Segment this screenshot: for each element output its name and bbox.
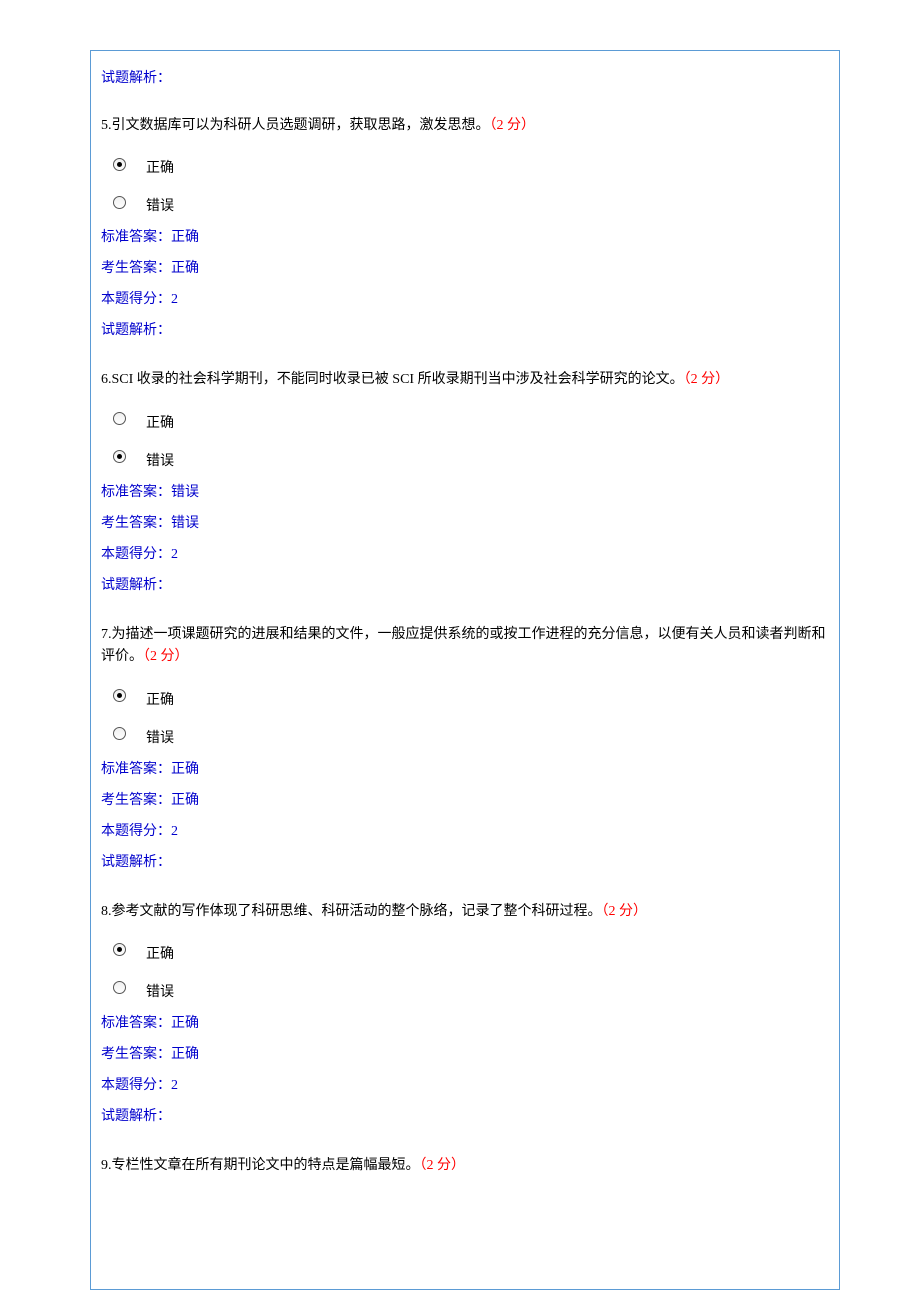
option-row[interactable]: 错误: [101, 975, 829, 1001]
student-answer-value: 正确: [171, 793, 199, 808]
option-label: 正确: [146, 406, 174, 432]
standard-answer-value: 正确: [171, 762, 199, 777]
option-row[interactable]: 正确: [101, 406, 829, 432]
student-answer-prefix: 考生答案：: [101, 793, 171, 808]
student-answer: 考生答案：错误: [101, 513, 829, 534]
question-number: 7.: [101, 627, 112, 642]
question-number: 9.: [101, 1158, 112, 1173]
questions-list: 5.引文数据库可以为科研人员选题调研，获取思路，激发思想。（2 分）正确错误标准…: [101, 115, 829, 1177]
question-text: 9.专栏性文章在所有期刊论文中的特点是篇幅最短。（2 分）: [101, 1155, 829, 1177]
standard-answer-prefix: 标准答案：: [101, 1016, 171, 1031]
option-label: 正确: [146, 151, 174, 177]
question-body: 为描述一项课题研究的进展和结果的文件，一般应提供系统的或按工作进程的充分信息，以…: [101, 627, 826, 664]
student-answer-prefix: 考生答案：: [101, 1047, 171, 1062]
question-points: （2 分）: [143, 649, 189, 664]
standard-answer-prefix: 标准答案：: [101, 762, 171, 777]
question-analysis: 试题解析：: [101, 852, 829, 873]
question-points: （2 分）: [684, 372, 730, 387]
student-answer: 考生答案：正确: [101, 1044, 829, 1065]
option-row[interactable]: 正确: [101, 151, 829, 177]
question-text: 8.参考文献的写作体现了科研思维、科研活动的整个脉络，记录了整个科研过程。（2 …: [101, 901, 829, 923]
student-answer: 考生答案：正确: [101, 790, 829, 811]
question-analysis: 试题解析：: [101, 320, 829, 341]
analysis-prefix: 试题解析：: [101, 855, 171, 870]
option-row[interactable]: 错误: [101, 189, 829, 215]
radio-icon[interactable]: [113, 196, 126, 209]
option-row[interactable]: 错误: [101, 721, 829, 747]
question-analysis: 试题解析：: [101, 1106, 829, 1127]
question-block: 8.参考文献的写作体现了科研思维、科研活动的整个脉络，记录了整个科研过程。（2 …: [101, 901, 829, 1127]
option-label: 正确: [146, 937, 174, 963]
radio-icon[interactable]: [113, 412, 126, 425]
option-label: 错误: [146, 444, 174, 470]
option-label: 正确: [146, 683, 174, 709]
question-points: （2 分）: [420, 1158, 466, 1173]
radio-icon[interactable]: [113, 981, 126, 994]
standard-answer: 标准答案：正确: [101, 759, 829, 780]
question-points: （2 分）: [490, 118, 536, 133]
standard-answer-prefix: 标准答案：: [101, 485, 171, 500]
option-label: 错误: [146, 975, 174, 1001]
question-number: 6.: [101, 372, 112, 387]
top-analysis-label: 试题解析：: [101, 67, 829, 87]
question-text: 7.为描述一项课题研究的进展和结果的文件，一般应提供系统的或按工作进程的充分信息…: [101, 624, 829, 669]
radio-icon[interactable]: [113, 450, 126, 463]
student-answer-value: 错误: [171, 516, 199, 531]
option-label: 错误: [146, 189, 174, 215]
analysis-prefix: 试题解析：: [101, 323, 171, 338]
question-body: SCI 收录的社会科学期刊，不能同时收录已被 SCI 所收录期刊当中涉及社会科学…: [112, 372, 684, 387]
standard-answer: 标准答案：正确: [101, 1013, 829, 1034]
standard-answer: 标准答案：错误: [101, 482, 829, 503]
question-text: 5.引文数据库可以为科研人员选题调研，获取思路，激发思想。（2 分）: [101, 115, 829, 137]
question-text: 6.SCI 收录的社会科学期刊，不能同时收录已被 SCI 所收录期刊当中涉及社会…: [101, 369, 829, 391]
standard-answer-value: 正确: [171, 230, 199, 245]
score-prefix: 本题得分：: [101, 292, 171, 307]
score-value: 2: [171, 547, 178, 562]
student-answer-value: 正确: [171, 261, 199, 276]
score-value: 2: [171, 824, 178, 839]
score-value: 2: [171, 1078, 178, 1093]
question-score: 本题得分：2: [101, 544, 829, 565]
student-answer-prefix: 考生答案：: [101, 261, 171, 276]
question-block: 7.为描述一项课题研究的进展和结果的文件，一般应提供系统的或按工作进程的充分信息…: [101, 624, 829, 873]
radio-icon[interactable]: [113, 689, 126, 702]
standard-answer-prefix: 标准答案：: [101, 230, 171, 245]
analysis-prefix: 试题解析：: [101, 578, 171, 593]
radio-icon[interactable]: [113, 943, 126, 956]
question-score: 本题得分：2: [101, 821, 829, 842]
analysis-prefix: 试题解析：: [101, 1109, 171, 1124]
score-prefix: 本题得分：: [101, 547, 171, 562]
standard-answer-value: 正确: [171, 1016, 199, 1031]
question-score: 本题得分：2: [101, 1075, 829, 1096]
radio-icon[interactable]: [113, 727, 126, 740]
question-body: 参考文献的写作体现了科研思维、科研活动的整个脉络，记录了整个科研过程。: [112, 904, 602, 919]
option-row[interactable]: 正确: [101, 683, 829, 709]
student-answer-value: 正确: [171, 1047, 199, 1062]
student-answer-prefix: 考生答案：: [101, 516, 171, 531]
question-body: 专栏性文章在所有期刊论文中的特点是篇幅最短。: [112, 1158, 420, 1173]
student-answer: 考生答案：正确: [101, 258, 829, 279]
question-block: 6.SCI 收录的社会科学期刊，不能同时收录已被 SCI 所收录期刊当中涉及社会…: [101, 369, 829, 595]
question-points: （2 分）: [602, 904, 648, 919]
option-row[interactable]: 错误: [101, 444, 829, 470]
page-container: 试题解析： 5.引文数据库可以为科研人员选题调研，获取思路，激发思想。（2 分）…: [90, 50, 840, 1290]
question-number: 5.: [101, 118, 112, 133]
question-body: 引文数据库可以为科研人员选题调研，获取思路，激发思想。: [112, 118, 490, 133]
question-block: 5.引文数据库可以为科研人员选题调研，获取思路，激发思想。（2 分）正确错误标准…: [101, 115, 829, 341]
question-block: 9.专栏性文章在所有期刊论文中的特点是篇幅最短。（2 分）: [101, 1155, 829, 1177]
option-row[interactable]: 正确: [101, 937, 829, 963]
question-analysis: 试题解析：: [101, 575, 829, 596]
score-prefix: 本题得分：: [101, 824, 171, 839]
standard-answer: 标准答案：正确: [101, 227, 829, 248]
question-number: 8.: [101, 904, 112, 919]
score-prefix: 本题得分：: [101, 1078, 171, 1093]
option-label: 错误: [146, 721, 174, 747]
score-value: 2: [171, 292, 178, 307]
radio-icon[interactable]: [113, 158, 126, 171]
question-score: 本题得分：2: [101, 289, 829, 310]
standard-answer-value: 错误: [171, 485, 199, 500]
